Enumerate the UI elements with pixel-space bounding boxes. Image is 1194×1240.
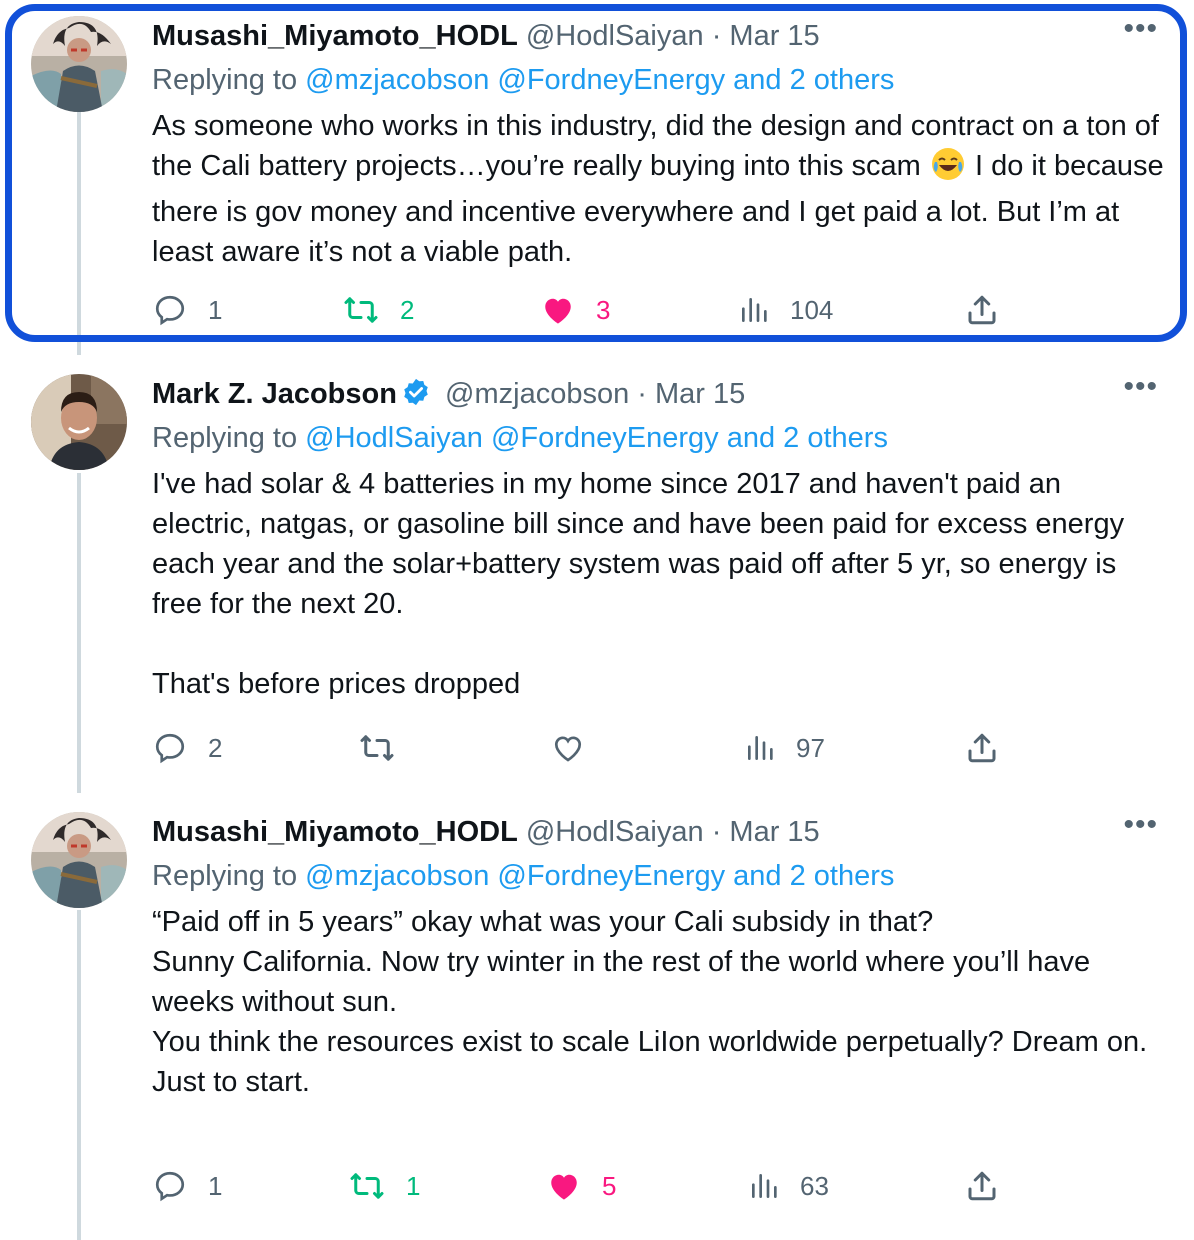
views-button[interactable]: 63 (748, 1166, 829, 1206)
views-button[interactable]: 104 (738, 290, 833, 330)
reply-button[interactable]: 1 (152, 1166, 222, 1206)
reply-icon (152, 292, 188, 328)
tweet-date[interactable]: Mar 15 (729, 20, 819, 52)
avatar[interactable] (31, 812, 127, 908)
tweet-line: Just to start. (152, 1066, 310, 1098)
reply-button[interactable]: 2 (152, 728, 222, 768)
reply-icon (152, 1168, 188, 1204)
like-count: 5 (602, 1170, 617, 1201)
views-count: 104 (790, 294, 834, 325)
tweet-actions: 1 2 3 104 (152, 290, 1152, 330)
tweet-header: Musashi_Miyamoto_HODL @HodlSaiyan · Mar … (152, 814, 820, 850)
retweet-icon (358, 730, 396, 766)
views-count: 97 (796, 732, 825, 763)
tweet[interactable]: Musashi_Miyamoto_HODL @HodlSaiyan · Mar … (0, 796, 1194, 1240)
share-icon (964, 730, 1000, 766)
separator-dot: · (711, 20, 722, 52)
like-icon (546, 1168, 582, 1204)
author-name[interactable]: Mark Z. Jacobson (152, 378, 397, 410)
reply-count: 1 (208, 1170, 223, 1201)
reply-count: 1 (208, 294, 223, 325)
like-button[interactable] (550, 728, 586, 768)
retweet-button[interactable]: 1 (348, 1166, 420, 1206)
tweet-actions: 1 1 5 63 (152, 1166, 1152, 1206)
author-handle[interactable]: @mzjacobson (445, 378, 629, 410)
tweet-text: As someone who works in this industry, d… (152, 106, 1167, 272)
replying-label: Replying to (152, 422, 298, 454)
share-button[interactable] (964, 1166, 1000, 1206)
tweet-line: “Paid off in 5 years” okay what was your… (152, 906, 934, 938)
replying-label: Replying to (152, 860, 298, 892)
replying-handles-link[interactable]: @HodlSaiyan @FordneyEnergy and 2 others (305, 422, 888, 454)
views-button[interactable]: 97 (744, 728, 825, 768)
author-name[interactable]: Musashi_Miyamoto_HODL (152, 816, 518, 848)
more-icon[interactable]: ••• (1123, 810, 1158, 840)
replying-handles-link[interactable]: @mzjacobson @FordneyEnergy and 2 others (305, 860, 894, 892)
share-button[interactable] (964, 290, 1000, 330)
tweet-actions: 2 97 (152, 728, 1152, 768)
share-button[interactable] (964, 728, 1000, 768)
replying-to: Replying to @HodlSaiyan @FordneyEnergy a… (152, 420, 888, 456)
like-count: 3 (596, 294, 611, 325)
more-icon[interactable]: ••• (1123, 372, 1158, 402)
verified-icon (401, 377, 431, 416)
tweet-line: You think the resources exist to scale L… (152, 1026, 1148, 1058)
like-button[interactable]: 5 (546, 1166, 616, 1206)
retweet-count: 1 (406, 1170, 421, 1201)
like-icon (540, 292, 576, 328)
replying-handles-link[interactable]: @mzjacobson @FordneyEnergy and 2 others (305, 64, 894, 96)
share-icon (964, 1168, 1000, 1204)
tweet[interactable]: Mark Z. Jacobson @mzjacobson · Mar 15 ••… (0, 358, 1194, 798)
laughing-emoji (931, 147, 965, 192)
tweet-date[interactable]: Mar 15 (729, 816, 819, 848)
views-icon (738, 292, 770, 328)
replying-to: Replying to @mzjacobson @FordneyEnergy a… (152, 858, 894, 894)
retweet-icon (348, 1168, 386, 1204)
tweet-text: “Paid off in 5 years” okay what was your… (152, 902, 1167, 1102)
tweet-header: Musashi_Miyamoto_HODL @HodlSaiyan · Mar … (152, 18, 820, 54)
tweet-header: Mark Z. Jacobson @mzjacobson · Mar 15 (152, 376, 745, 416)
views-icon (748, 1168, 780, 1204)
views-count: 63 (800, 1170, 829, 1201)
author-handle[interactable]: @HodlSaiyan (526, 816, 704, 848)
author-name[interactable]: Musashi_Miyamoto_HODL (152, 20, 518, 52)
replying-label: Replying to (152, 64, 298, 96)
replying-to: Replying to @mzjacobson @FordneyEnergy a… (152, 62, 894, 98)
reply-count: 2 (208, 732, 223, 763)
like-button[interactable]: 3 (540, 290, 610, 330)
reply-icon (152, 730, 188, 766)
tweet-paragraph: I've had solar & 4 batteries in my home … (152, 468, 1125, 620)
separator-dot: · (711, 816, 722, 848)
reply-button[interactable]: 1 (152, 290, 222, 330)
avatar[interactable] (31, 16, 127, 112)
author-handle[interactable]: @HodlSaiyan (526, 20, 704, 52)
retweet-button[interactable] (358, 728, 396, 768)
retweet-icon (342, 292, 380, 328)
separator-dot: · (637, 378, 647, 410)
retweet-button[interactable]: 2 (342, 290, 414, 330)
more-icon[interactable]: ••• (1123, 14, 1158, 44)
tweet-paragraph: That's before prices dropped (152, 668, 521, 700)
tweet-text: I've had solar & 4 batteries in my home … (152, 464, 1167, 704)
share-icon (964, 292, 1000, 328)
like-icon (550, 730, 586, 766)
tweet-date[interactable]: Mar 15 (655, 378, 745, 410)
views-icon (744, 730, 776, 766)
tweet[interactable]: Musashi_Miyamoto_HODL @HodlSaiyan · Mar … (0, 0, 1194, 345)
avatar[interactable] (31, 374, 127, 470)
tweet-line: Sunny California. Now try winter in the … (152, 946, 1091, 1018)
retweet-count: 2 (400, 294, 415, 325)
